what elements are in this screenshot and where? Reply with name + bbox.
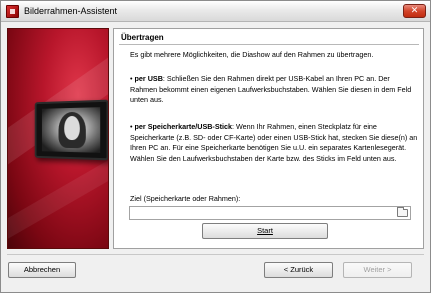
title-bar[interactable]: Bilderrahmen-Assistent ✕ bbox=[1, 1, 430, 22]
target-label: Ziel (Speicherkarte oder Rahmen): bbox=[130, 194, 241, 203]
photo-frame-image bbox=[34, 99, 108, 161]
cancel-button-label: Abbrechen bbox=[23, 265, 61, 274]
window-title: Bilderrahmen-Assistent bbox=[24, 6, 118, 16]
cancel-button[interactable]: Abbrechen bbox=[8, 262, 76, 278]
folder-browse-icon[interactable] bbox=[397, 207, 408, 217]
usb-option-title: per USB bbox=[134, 74, 163, 83]
back-button[interactable]: < Zurück bbox=[264, 262, 333, 278]
panel-heading: Übertragen bbox=[121, 33, 164, 42]
target-drive-field[interactable] bbox=[129, 206, 411, 220]
next-button-label: Weiter > bbox=[363, 265, 392, 274]
bullet: • bbox=[130, 122, 133, 131]
usb-option-text: • per USB: Schließen Sie den Rahmen dire… bbox=[130, 74, 418, 106]
footer-divider bbox=[7, 254, 424, 255]
usb-option-description: : Schließen Sie den Rahmen direkt per US… bbox=[130, 74, 412, 104]
intro-text: Es gibt mehrere Möglichkeiten, die Diash… bbox=[130, 50, 374, 59]
bullet: • bbox=[130, 74, 133, 83]
content-panel: Übertragen Es gibt mehrere Möglichkeiten… bbox=[113, 28, 424, 249]
photo-frame-screen bbox=[41, 107, 101, 153]
card-option-title: per Speicherkarte/USB-Stick bbox=[134, 122, 233, 131]
wizard-window: Bilderrahmen-Assistent ✕ Übertragen Es g… bbox=[0, 0, 431, 293]
app-icon bbox=[6, 5, 19, 18]
start-button-label: Start bbox=[257, 226, 273, 235]
next-button[interactable]: Weiter > bbox=[343, 262, 412, 278]
start-button[interactable]: Start bbox=[202, 223, 328, 239]
wizard-banner bbox=[7, 28, 109, 249]
heading-divider bbox=[119, 44, 419, 45]
close-button[interactable]: ✕ bbox=[403, 4, 426, 18]
portrait-face bbox=[64, 115, 80, 141]
card-option-text: • per Speicherkarte/USB-Stick: Wenn Ihr … bbox=[130, 122, 418, 164]
back-button-label: < Zurück bbox=[283, 265, 314, 274]
close-icon: ✕ bbox=[410, 6, 419, 16]
